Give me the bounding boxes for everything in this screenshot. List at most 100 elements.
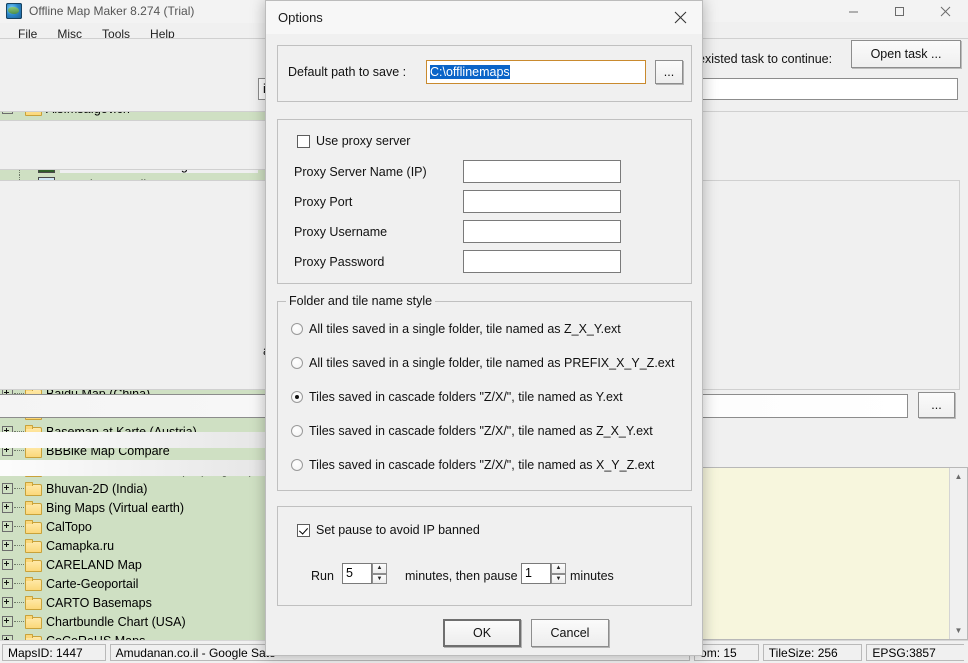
proxy-server-input[interactable] xyxy=(463,160,621,183)
globe-icon xyxy=(6,3,22,19)
tree-line xyxy=(14,601,24,604)
tree-line xyxy=(14,506,24,509)
path-browse-button[interactable]: ... xyxy=(655,60,683,84)
tree-line xyxy=(14,563,24,566)
tree-line xyxy=(14,544,24,547)
run-up-icon[interactable]: ▲ xyxy=(372,563,387,574)
proxy-group: Use proxy server Proxy Server Name (IP) … xyxy=(277,119,692,284)
run-label: Run xyxy=(311,569,334,583)
proxy-password-label: Proxy Password xyxy=(294,255,385,269)
open-task-button[interactable]: Open task ... xyxy=(851,40,961,68)
minimize-icon[interactable] xyxy=(830,0,876,22)
tree-line xyxy=(14,449,24,452)
tree-folder-item[interactable]: CARTO Basemaps xyxy=(0,593,268,612)
proxy-port-label: Proxy Port xyxy=(294,195,353,209)
status-tile-size: TileSize: 256 xyxy=(762,643,863,661)
pause-minutes-stepper[interactable]: 1 ▲ ▼ xyxy=(521,563,566,584)
pause-stepper-buttons[interactable]: ▲ ▼ xyxy=(551,563,566,584)
folder-icon xyxy=(25,539,42,553)
set-pause-label: Set pause to avoid IP banned xyxy=(316,523,480,537)
tree-item-label: Bhuvan-2D (India) xyxy=(46,481,148,496)
scroll-down-icon[interactable]: ▼ xyxy=(950,622,967,639)
expand-plus-icon[interactable] xyxy=(2,521,13,532)
expand-plus-icon[interactable] xyxy=(2,502,13,513)
folder-style-radio-1[interactable] xyxy=(291,357,303,369)
tree-folder-item[interactable]: CoCoRaHS Maps xyxy=(0,631,268,640)
folder-icon xyxy=(25,577,42,591)
tree-folder-item[interactable]: Bhuvan-2D (India) xyxy=(0,479,268,498)
proxy-port-input[interactable] xyxy=(463,190,621,213)
default-path-value: C:\offlinemaps xyxy=(430,65,510,79)
status-zoom: om: 15 xyxy=(694,643,759,661)
tree-item-label: CARELAND Map xyxy=(46,557,142,572)
tree-folder-item[interactable]: CARELAND Map xyxy=(0,555,268,574)
use-proxy-checkbox[interactable] xyxy=(297,135,310,148)
run-stepper-buttons[interactable]: ▲ ▼ xyxy=(372,563,387,584)
tree-item-label: CalTopo xyxy=(46,519,92,534)
tree-item-label: Chartbundle Chart (USA) xyxy=(46,614,186,629)
folder-style-radio-3[interactable] xyxy=(291,425,303,437)
expand-plus-icon[interactable] xyxy=(2,578,13,589)
tree-line xyxy=(14,487,24,490)
folder-style-radio-2[interactable] xyxy=(291,391,303,403)
pause-mid-label: minutes, then pause xyxy=(405,569,518,583)
options-dialog: Options Default path to save : C:\offlin… xyxy=(265,0,703,656)
folder-icon xyxy=(25,615,42,629)
folder-icon xyxy=(25,596,42,610)
folder-icon xyxy=(25,482,42,496)
folder-style-label-2: Tiles saved in cascade folders "Z/X/", t… xyxy=(309,390,623,404)
expand-plus-icon[interactable] xyxy=(2,616,13,627)
dialog-title-bar: Options xyxy=(266,1,702,35)
proxy-username-input[interactable] xyxy=(463,220,621,243)
folder-style-label-0: All tiles saved in a single folder, tile… xyxy=(309,322,621,336)
close-icon[interactable] xyxy=(922,0,968,22)
run-down-icon[interactable]: ▼ xyxy=(372,573,387,584)
set-pause-checkbox[interactable] xyxy=(297,524,310,537)
pause-group: Set pause to avoid IP banned Run 5 ▲ ▼ m… xyxy=(277,506,692,606)
tree-folder-item[interactable]: Chartbundle Chart (USA) xyxy=(0,612,268,631)
status-maps-id: MapsID: 1447 xyxy=(2,643,106,661)
ok-button[interactable]: OK xyxy=(443,619,521,647)
folder-style-label-3: Tiles saved in cascade folders "Z/X/", t… xyxy=(309,424,653,438)
pause-up-icon[interactable]: ▲ xyxy=(551,563,566,574)
pause-end-label: minutes xyxy=(570,569,614,583)
folder-style-label-4: Tiles saved in cascade folders "Z/X/", t… xyxy=(309,458,655,472)
tree-folder-item[interactable]: Carte-Geoportail xyxy=(0,574,268,593)
tree-item-label: CARTO Basemaps xyxy=(46,595,152,610)
use-proxy-label: Use proxy server xyxy=(316,134,411,148)
run-minutes-value[interactable]: 5 xyxy=(342,563,372,584)
open-task-label: existed task to continue: xyxy=(698,52,833,66)
proxy-server-label: Proxy Server Name (IP) xyxy=(294,165,427,179)
browse-path-button[interactable]: ... xyxy=(918,392,955,418)
folder-icon xyxy=(25,520,42,534)
folder-style-label-1: All tiles saved in a single folder, tile… xyxy=(309,356,675,370)
cancel-button[interactable]: Cancel xyxy=(531,619,609,647)
default-path-input[interactable]: C:\offlinemaps xyxy=(426,60,646,84)
folder-style-radio-4[interactable] xyxy=(291,459,303,471)
proxy-password-input[interactable] xyxy=(463,250,621,273)
tree-folder-item[interactable]: CalTopo xyxy=(0,517,268,536)
folder-style-legend: Folder and tile name style xyxy=(286,294,436,308)
expand-plus-icon[interactable] xyxy=(2,483,13,494)
scroll-up-icon[interactable]: ▲ xyxy=(950,468,967,485)
tree-item-label: Carte-Geoportail xyxy=(46,576,139,591)
expand-plus-icon[interactable] xyxy=(2,597,13,608)
default-path-group: Default path to save : C:\offlinemaps ..… xyxy=(277,45,692,102)
default-path-label: Default path to save : xyxy=(288,65,407,79)
maximize-icon[interactable] xyxy=(876,0,922,22)
folder-icon xyxy=(25,501,42,515)
pause-down-icon[interactable]: ▼ xyxy=(551,573,566,584)
tree-folder-item[interactable]: Bing Maps (Virtual earth) xyxy=(0,498,268,517)
folder-icon xyxy=(25,558,42,572)
tree-line xyxy=(14,582,24,585)
close-icon[interactable] xyxy=(658,2,702,34)
tree-line xyxy=(14,525,24,528)
tree-line xyxy=(14,620,24,623)
tree-folder-item[interactable]: Camapka.ru xyxy=(0,536,268,555)
folder-style-radio-0[interactable] xyxy=(291,323,303,335)
run-minutes-stepper[interactable]: 5 ▲ ▼ xyxy=(342,563,387,584)
pause-minutes-value[interactable]: 1 xyxy=(521,563,551,584)
expand-plus-icon[interactable] xyxy=(2,540,13,551)
map-vertical-scrollbar[interactable]: ▲ ▼ xyxy=(949,468,967,639)
expand-plus-icon[interactable] xyxy=(2,559,13,570)
